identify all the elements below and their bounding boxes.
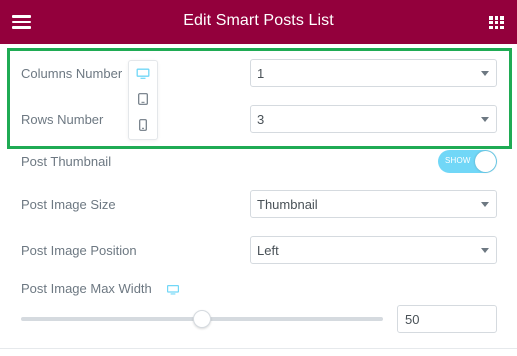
post-image-size-label: Post Image Size [21,197,116,212]
columns-number-value: 1 [257,66,265,81]
page-title: Edit Smart Posts List [183,12,334,29]
rows-number-value: 3 [257,112,265,127]
max-width-number-input[interactable]: 50 [397,305,497,333]
device-switcher [128,60,158,140]
rows-number-label: Rows Number [21,112,104,127]
toggle-show-text: SHOW [445,156,471,165]
chevron-down-icon [481,71,489,76]
rows-number-select[interactable]: 3 [250,105,497,133]
apps-grid-icon[interactable] [489,16,504,29]
post-thumbnail-toggle[interactable]: SHOW [438,150,497,173]
post-image-size-select[interactable]: Thumbnail [250,190,497,218]
post-thumbnail-label: Post Thumbnail [21,154,112,169]
post-image-max-width-label: Post Image Max Width [21,281,152,296]
mobile-icon[interactable] [129,115,157,135]
chevron-down-icon [481,202,489,207]
columns-number-select[interactable]: 1 [250,59,497,87]
divider [0,348,517,349]
panel-header: Edit Smart Posts List [0,0,517,44]
desktop-icon[interactable] [167,282,180,300]
chevron-down-icon [481,248,489,253]
toggle-knob [475,151,496,172]
post-image-size-value: Thumbnail [257,197,318,212]
tablet-icon[interactable] [129,89,157,109]
post-image-position-value: Left [257,243,279,258]
desktop-icon[interactable] [129,64,157,84]
post-image-position-label: Post Image Position [21,243,137,258]
columns-number-label: Columns Number [21,66,123,81]
hamburger-menu-icon[interactable] [12,15,31,29]
chevron-down-icon [481,117,489,122]
post-image-position-select[interactable]: Left [250,236,497,264]
max-width-slider-handle[interactable] [193,310,211,328]
